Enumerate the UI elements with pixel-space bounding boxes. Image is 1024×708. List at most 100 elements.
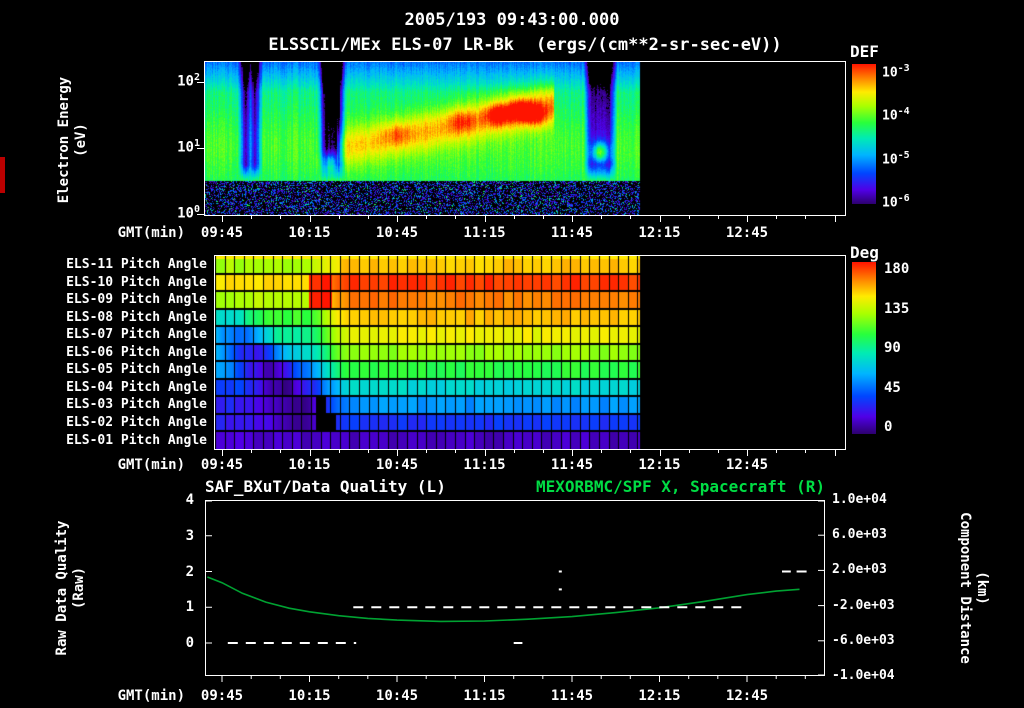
left-axis-title: SAF_BXuT/Data Quality (L): [205, 477, 446, 496]
pitch-row-label: ELS-04 Pitch Angle: [40, 380, 207, 395]
axis-tick: [630, 450, 631, 453]
distance-axis-tick-label: -2.0e+03: [832, 598, 912, 613]
raw-axis-tick-label: 0: [168, 635, 194, 651]
axis-tick: [339, 450, 340, 453]
quality-distance-plot: [205, 500, 826, 685]
axis-tick: [660, 216, 661, 222]
x-tick-label: 12:45: [703, 225, 791, 241]
pitch-row-label: ELS-02 Pitch Angle: [40, 415, 207, 430]
axis-tick: [805, 450, 806, 453]
axis-tick: [660, 450, 661, 456]
right-axis-title: MEXORBMC/SPF X, Spacecraft (R): [425, 477, 825, 496]
x-tick-label: 11:45: [528, 225, 616, 241]
distance-curve: [207, 577, 799, 621]
pitch-row-label: ELS-06 Pitch Angle: [40, 345, 207, 360]
axis-tick: [514, 216, 515, 219]
raw-axis-tick-label: 4: [168, 492, 194, 508]
axis-tick: [222, 450, 223, 456]
colorbar-deg-tick-label: 90: [884, 340, 924, 356]
x-tick-label: 12:15: [616, 457, 704, 473]
distance-axis-tick-label: -1.0e+04: [832, 668, 912, 683]
axis-tick: [543, 216, 544, 219]
raw-quality-axis-label-line2: (Raw): [71, 468, 88, 708]
x-tick-label: 11:15: [441, 688, 529, 704]
energy-axis-label-line2: (eV): [73, 20, 90, 260]
axis-tick: [197, 148, 205, 149]
axis-tick: [339, 216, 340, 219]
axis-tick: [397, 216, 398, 222]
axis-tick: [368, 216, 369, 219]
pitch-row-label: ELS-11 Pitch Angle: [40, 257, 207, 272]
axis-tick: [630, 216, 631, 219]
component-distance-axis-label-line2: (km): [973, 468, 990, 708]
axis-tick: [222, 216, 223, 222]
axis-tick: [689, 450, 690, 453]
axis-tick: [280, 450, 281, 453]
axis-tick: [426, 450, 427, 453]
distance-axis-tick-label: 2.0e+03: [832, 562, 912, 577]
pitch-angle-canvas: [215, 256, 845, 449]
line-plot-frame: [206, 501, 825, 676]
x-tick-label: 11:15: [441, 457, 529, 473]
axis-tick: [835, 216, 836, 222]
x-tick-label: 10:15: [266, 457, 354, 473]
pitch-row-label: ELS-03 Pitch Angle: [40, 397, 207, 412]
timestamp-title: 2005/193 09:43:00.000: [0, 10, 1024, 30]
pitch-row-label: ELS-08 Pitch Angle: [40, 310, 207, 325]
colorbar-def-tick-label: 10-3: [882, 63, 936, 80]
colorbar-def-tick-label: 10-6: [882, 193, 936, 210]
raw-quality-axis-label-line1: Raw Data Quality: [54, 468, 71, 708]
x-tick-label: 12:45: [703, 457, 791, 473]
axis-tick: [368, 450, 369, 453]
colorbar-deg-tick-label: 45: [884, 380, 924, 396]
distance-axis-tick-label: -6.0e+03: [832, 633, 912, 648]
left-edge-artifact: [0, 157, 5, 193]
colorbar-deg-tick-label: 180: [884, 261, 924, 277]
distance-axis-tick-label: 6.0e+03: [832, 527, 912, 542]
axis-tick: [572, 216, 573, 222]
x-tick-label: 11:45: [528, 457, 616, 473]
pitch-row-label: ELS-09 Pitch Angle: [40, 292, 207, 307]
colorbar-deg: [852, 262, 876, 434]
raw-axis-tick-label: 1: [168, 599, 194, 615]
energy-axis-label: Electron Energy (eV): [56, 20, 90, 260]
quality-dot: [559, 588, 562, 590]
x-tick-label: 09:45: [178, 457, 266, 473]
colorbar-deg-tick-label: 0: [884, 419, 924, 435]
axis-tick: [689, 216, 690, 219]
axis-tick: [776, 450, 777, 453]
spectrogram-viewer: 2005/193 09:43:00.000 ELSSCIL/MEx ELS-07…: [0, 0, 1024, 708]
x-tick-label: 12:15: [616, 688, 704, 704]
energy-spectrogram-canvas: [205, 62, 845, 215]
energy-y-tick-label: 102: [156, 72, 200, 90]
x-tick-label: 10:15: [266, 225, 354, 241]
raw-quality-axis-label: Raw Data Quality (Raw): [54, 468, 88, 708]
axis-tick: [197, 214, 205, 215]
x-tick-label: 12:15: [616, 225, 704, 241]
axis-tick: [572, 450, 573, 456]
pitch-row-label: ELS-01 Pitch Angle: [40, 433, 207, 448]
pitch-row-label: ELS-07 Pitch Angle: [40, 327, 207, 342]
raw-axis-tick-label: 3: [168, 528, 194, 544]
axis-tick: [718, 216, 719, 219]
energy-axis-label-line1: Electron Energy: [56, 20, 73, 260]
axis-tick: [310, 216, 311, 222]
units-label: (ergs/(cm**2-sr-sec-eV)): [536, 35, 782, 55]
axis-tick: [251, 450, 252, 453]
axis-tick: [251, 216, 252, 219]
colorbar-deg-tick-label: 135: [884, 301, 924, 317]
colorbar-def: [852, 64, 876, 204]
x-tick-label: 10:45: [353, 457, 441, 473]
x-tick-label: 10:45: [353, 225, 441, 241]
quality-dot: [559, 571, 562, 573]
pitch-row-label: ELS-05 Pitch Angle: [40, 362, 207, 377]
energy-y-tick-label: 101: [156, 138, 200, 156]
x-axis-label: GMT(min): [103, 688, 185, 704]
x-tick-label: 09:45: [178, 688, 266, 704]
axis-tick: [747, 450, 748, 456]
axis-tick: [514, 450, 515, 453]
axis-tick: [805, 216, 806, 219]
axis-tick: [455, 450, 456, 453]
axis-tick: [601, 216, 602, 219]
axis-tick: [718, 450, 719, 453]
